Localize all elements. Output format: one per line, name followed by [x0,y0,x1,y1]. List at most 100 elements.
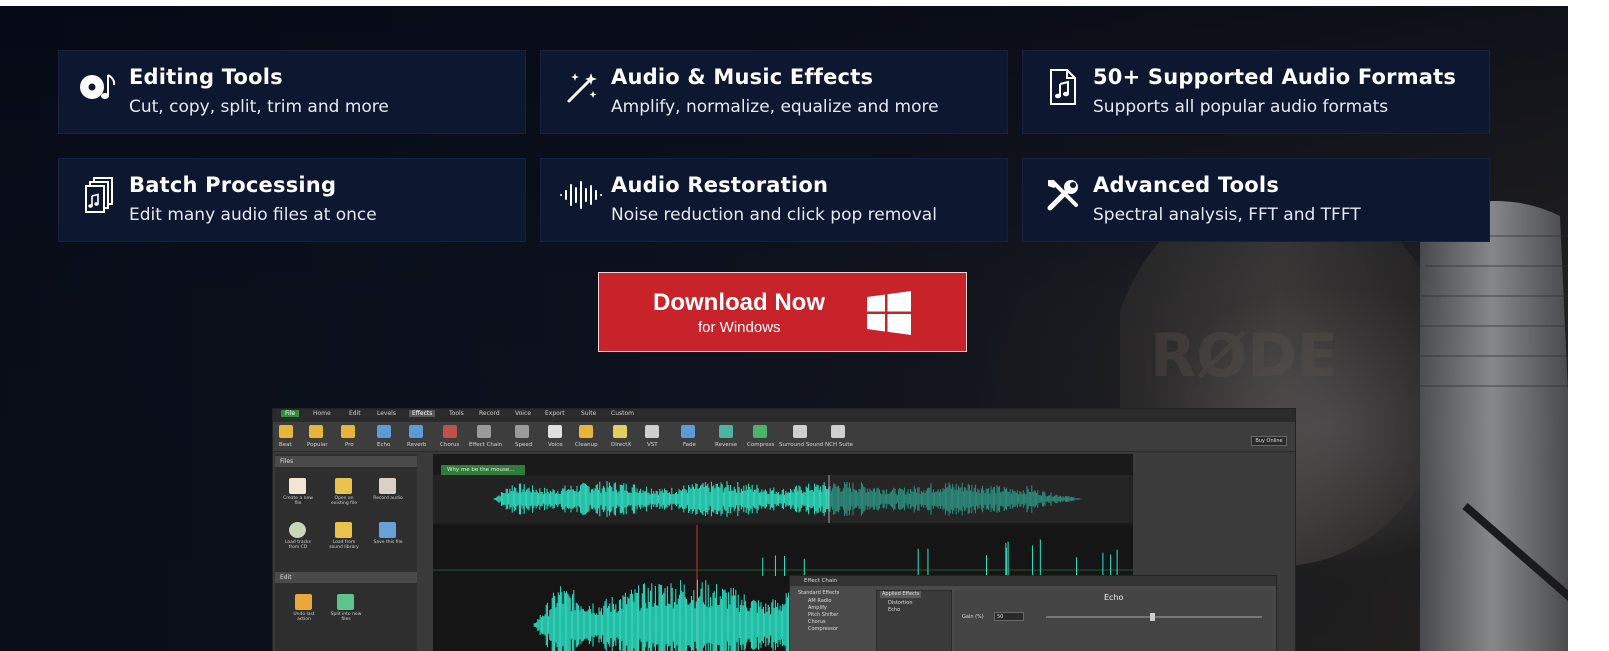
files-panel-header: Files [275,456,417,467]
fade-icon [681,425,695,438]
ribbon-label: Effect Chain [469,442,503,448]
create-new-file-button[interactable]: Create a new file [281,474,315,508]
feature-title: Audio Restoration [611,173,829,197]
ribbon-label: Echo [377,442,391,448]
undo-button[interactable]: Undo last action [287,590,321,624]
app-tab: Export [545,410,565,417]
feature-subtitle: Supports all popular audio formats [1093,97,1389,117]
speed-icon [515,425,529,438]
effect-chain-dialog: Effect Chain Standard Effects AM Radio A… [789,575,1277,651]
available-effect-item[interactable]: Chorus [808,619,826,626]
chorus-icon [443,425,457,438]
gain-slider-thumb[interactable] [1150,613,1155,621]
cleanup-icon [579,425,593,438]
vst-icon [645,425,659,438]
tools-icon [1041,175,1085,215]
effect-chain-icon [477,425,491,438]
effect-name: Echo [1104,593,1124,602]
gain-input[interactable]: 50 [994,612,1024,621]
feature-tile-audio-effects: Audio & Music Effects Amplify, normalize… [540,50,1008,134]
record-audio-button[interactable]: Record audio [371,474,405,508]
app-tab: Tools [449,410,464,417]
buy-online-button[interactable]: Buy Online [1251,436,1287,446]
waveform-icon [559,175,603,215]
ribbon-label: Reverb [407,442,427,448]
feature-title: Audio & Music Effects [611,65,874,89]
available-effects-header: Standard Effects [798,590,840,596]
app-menu-tabs: File Home Edit Levels Effects Tools Reco… [273,409,1295,422]
available-effect-item[interactable]: AM Radio [808,598,831,605]
applied-effect-item[interactable]: Distortion [888,600,913,607]
ribbon-label: Voice [548,442,563,448]
app-tab: Home [313,410,331,417]
app-tab: Edit [349,410,361,417]
dialog-title: Effect Chain [790,576,1276,586]
app-screenshot: File Home Edit Levels Effects Tools Reco… [272,408,1296,651]
app-tab: Record [479,410,500,417]
app-ribbon: Beat Popular Pro Echo Reverb Chorus Effe… [273,422,1295,452]
voice-icon [548,425,562,438]
feature-title: Batch Processing [129,173,337,197]
beat-icon [279,425,293,438]
feature-subtitle: Cut, copy, split, trim and more [129,97,389,117]
feature-title: 50+ Supported Audio Formats [1093,65,1457,89]
audio-file-icon [1041,67,1085,107]
ribbon-label: VST [647,442,658,448]
available-effect-item[interactable]: Pitch Shifter [808,612,838,619]
app-tab: Suite [581,410,597,417]
feature-title: Editing Tools [129,65,283,89]
app-tab: Levels [377,410,396,417]
app-left-panel: Files Create a new file Open an existing… [275,454,417,651]
reverb-icon [409,425,423,438]
feature-subtitle: Noise reduction and click pop removal [611,205,937,225]
app-tab: Custom [611,410,634,417]
ribbon-label: Fade [683,442,696,448]
ribbon-label: Beat [279,442,292,448]
batch-files-icon [77,175,121,215]
ribbon-label: Compress [747,442,775,448]
pro-icon [341,425,355,438]
app-tab: File [281,410,300,417]
load-cd-button[interactable]: Load tracks from CD [281,518,315,552]
split-files-button[interactable]: Split into new files [329,590,363,624]
magic-wand-icon [559,67,603,107]
file-tab[interactable]: Why me be the mouse... [441,465,525,475]
feature-tile-editing-tools: Editing Tools Cut, copy, split, trim and… [58,50,526,134]
nch-suite-icon [831,425,845,438]
ribbon-label: Chorus [440,442,460,448]
ribbon-label: Cleanup [575,442,598,448]
load-library-button[interactable]: Load from sound library [327,518,361,552]
open-file-button[interactable]: Open an existing file [327,474,361,508]
ribbon-label: Pro [345,442,354,448]
popular-icon [309,425,323,438]
ribbon-label: Reverse [715,442,738,448]
download-platform: for Windows [698,319,781,336]
ribbon-label: Surround Sound [779,442,824,448]
applied-effects-header: Applied Effects [880,591,922,598]
feature-tile-batch-processing: Batch Processing Edit many audio files a… [58,158,526,242]
ribbon-label: NCH Suite [825,442,853,448]
app-tab: Voice [515,410,531,417]
cd-music-icon [77,67,121,107]
ribbon-label: DirectX [611,442,632,448]
applied-effect-item[interactable]: Echo [888,607,900,614]
download-now-button[interactable]: Download Now for Windows [598,272,967,352]
save-file-button[interactable]: Save this file [371,518,405,552]
reverse-icon [719,425,733,438]
compress-icon [753,425,767,438]
feature-tile-audio-formats: 50+ Supported Audio Formats Supports all… [1022,50,1490,134]
ribbon-label: Popular [307,442,328,448]
gain-label: Gain (%) [962,614,984,620]
download-label: Download Now [653,289,825,316]
feature-subtitle: Spectral analysis, FFT and TFFT [1093,205,1361,225]
feature-title: Advanced Tools [1093,173,1280,197]
ribbon-label: Speed [515,442,533,448]
available-effect-item[interactable]: Amplify [808,605,827,612]
app-tab: Effects [409,410,436,417]
echo-icon [377,425,391,438]
directx-icon [613,425,627,438]
edit-panel-header: Edit [275,572,417,583]
available-effect-item[interactable]: Compressor [808,626,838,633]
svg-text:RØDE: RØDE [1150,321,1338,391]
feature-subtitle: Edit many audio files at once [129,205,377,225]
